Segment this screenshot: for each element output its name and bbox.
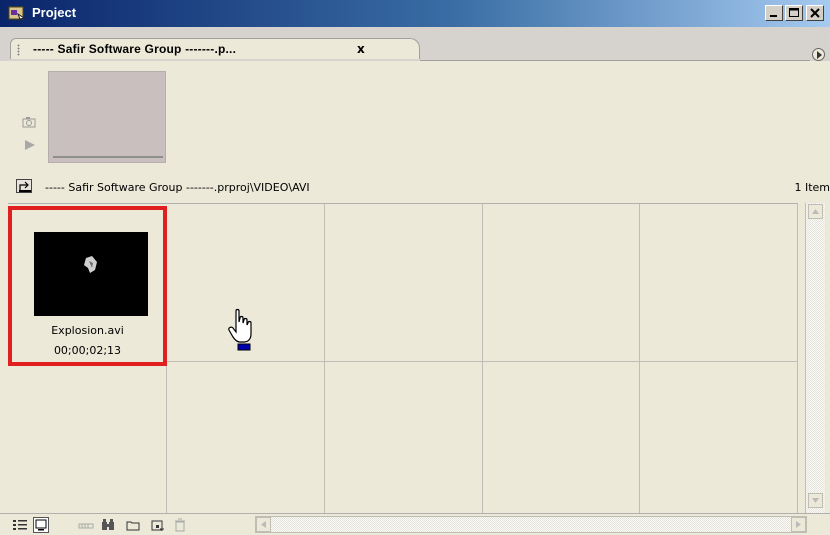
find-button[interactable] — [100, 517, 116, 533]
clip-thumbnail — [34, 232, 148, 316]
preview-area — [0, 61, 830, 173]
tab-close-icon[interactable]: x — [357, 42, 365, 56]
window-title: Project — [32, 5, 77, 20]
path-label: ----- Safir Software Group -------.prpro… — [45, 181, 310, 194]
new-item-icon — [151, 520, 164, 531]
clip-cell-explosion[interactable]: Explosion.avi 00;00;02;13 — [8, 206, 167, 366]
new-item-button[interactable] — [150, 517, 166, 533]
horizontal-scrollbar[interactable] — [255, 516, 807, 533]
empty-cell — [640, 362, 798, 514]
bottom-toolbar — [0, 513, 830, 535]
clip-name: Explosion.avi — [51, 324, 124, 337]
empty-cell — [167, 362, 325, 514]
scroll-up-icon — [812, 209, 819, 214]
vertical-scrollbar[interactable] — [805, 203, 825, 513]
hand-cursor-icon — [228, 308, 256, 355]
preview-scrubber[interactable] — [53, 156, 163, 158]
scroll-right-icon — [796, 521, 801, 528]
tab-project[interactable]: ----- Safir Software Group -------.p... … — [10, 38, 420, 59]
close-icon — [810, 8, 820, 18]
app-icon — [8, 5, 26, 21]
empty-cell — [325, 204, 483, 362]
maximize-icon — [789, 8, 799, 17]
automate-to-sequence-icon — [78, 523, 94, 529]
empty-cell — [483, 362, 640, 514]
icon-view-icon — [35, 519, 47, 531]
preview-thumbnail — [48, 71, 166, 163]
scroll-down-arrow[interactable] — [808, 493, 823, 508]
grip-icon[interactable] — [17, 44, 20, 56]
close-button[interactable] — [806, 5, 824, 21]
up-folder-icon — [19, 181, 31, 192]
empty-cell — [640, 204, 798, 362]
new-bin-icon — [126, 521, 140, 531]
clip-duration: 00;00;02;13 — [53, 344, 122, 357]
play-icon[interactable] — [24, 139, 36, 154]
minimize-button[interactable] — [765, 5, 783, 21]
tab-strip: ----- Safir Software Group -------.p... … — [0, 27, 830, 61]
scroll-down-icon — [812, 498, 819, 503]
automate-to-sequence-button[interactable] — [78, 517, 94, 533]
icon-view-grid: Explosion.avi 00;00;02;13 — [8, 203, 798, 514]
minimize-icon — [770, 15, 777, 17]
title-bar: Project — [0, 0, 830, 27]
list-view-icon — [13, 520, 27, 530]
tab-divider — [420, 51, 810, 61]
empty-cell — [483, 204, 640, 362]
icon-view-button[interactable] — [33, 517, 49, 533]
clear-button[interactable] — [172, 517, 188, 533]
empty-cell — [8, 362, 167, 514]
find-icon — [102, 519, 114, 530]
path-bar: ----- Safir Software Group -------.prpro… — [0, 173, 830, 203]
camera-icon[interactable] — [22, 116, 36, 128]
scroll-left-arrow[interactable] — [256, 517, 271, 532]
parent-folder-button[interactable] — [16, 179, 32, 193]
explosion-frame — [84, 256, 97, 273]
panel-menu-icon — [817, 51, 822, 59]
tab-label: ----- Safir Software Group -------.p... — [33, 42, 237, 56]
list-view-button[interactable] — [12, 517, 28, 533]
item-count: 1 Item — [794, 181, 830, 194]
scroll-right-arrow[interactable] — [791, 517, 806, 532]
panel-menu-button[interactable] — [812, 48, 825, 61]
empty-cell — [325, 362, 483, 514]
maximize-button[interactable] — [785, 5, 803, 21]
scroll-left-icon — [261, 521, 266, 528]
clear-icon — [175, 518, 185, 532]
scroll-up-arrow[interactable] — [808, 204, 823, 219]
new-bin-button[interactable] — [125, 517, 141, 533]
